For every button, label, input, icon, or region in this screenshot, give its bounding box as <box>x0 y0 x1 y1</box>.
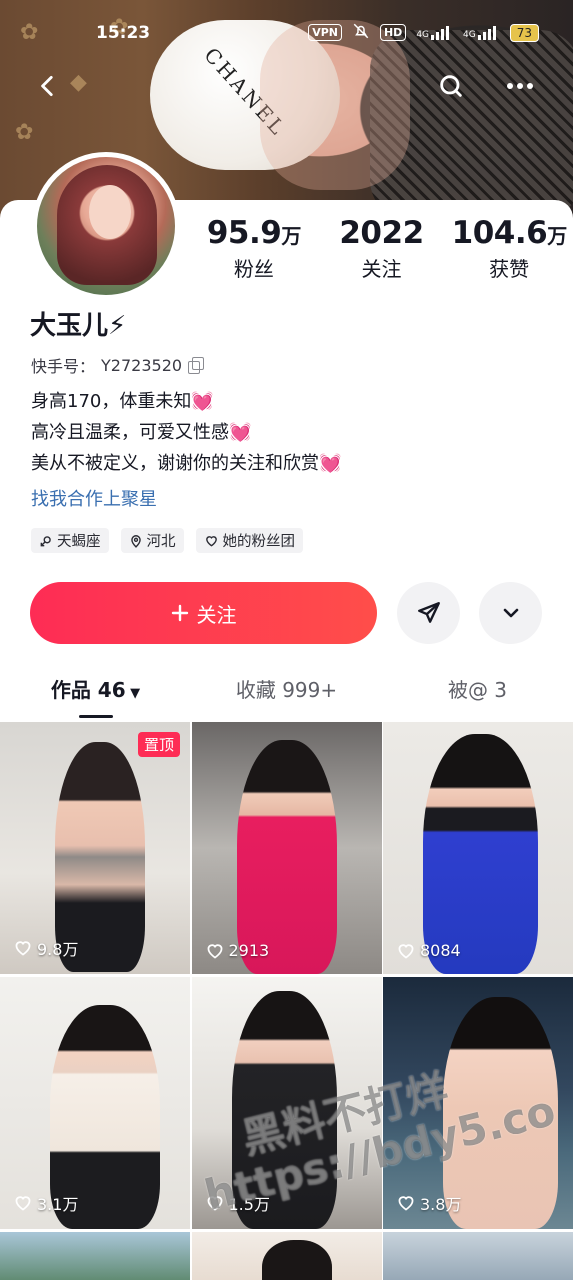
tag-fan-group[interactable]: 她的粉丝团 <box>195 528 303 553</box>
bio-line: 美从不被定义，谢谢你的关注和欣赏💓 <box>31 453 342 474</box>
heart-icon <box>207 943 222 959</box>
tag-location[interactable]: 河北 <box>120 528 184 553</box>
more-options-button[interactable] <box>498 64 542 108</box>
copy-icon[interactable] <box>188 357 205 374</box>
tab-favorites[interactable]: 收藏 999+ <box>191 670 382 720</box>
pinned-badge: 置顶 <box>137 732 180 757</box>
location-pin-icon <box>130 534 141 548</box>
signal-icon-1: 4G <box>416 25 453 40</box>
video-thumbnail[interactable] <box>383 1232 573 1280</box>
like-count: 8084 <box>397 941 461 960</box>
bio-line: 高冷且温柔，可爱又性感💓 <box>31 422 252 443</box>
mute-icon <box>352 22 370 43</box>
avatar[interactable] <box>32 152 180 300</box>
status-bar: 15:23 VPN HD 4G 4G 73 <box>0 0 573 64</box>
video-thumbnail[interactable]: 置顶 9.8万 <box>0 722 190 974</box>
like-count: 3.1万 <box>14 1191 78 1215</box>
bio-line: 身高170，体重未知💓 <box>31 391 214 412</box>
profile-stats: 95.9万 粉丝 2022 关注 104.6万 获赞 <box>190 215 573 282</box>
heart-icon <box>15 941 31 956</box>
dropdown-caret-icon: ▼ <box>125 686 141 701</box>
like-count: 3.8万 <box>397 1191 461 1215</box>
video-thumbnail[interactable]: 2913 <box>191 722 382 974</box>
video-thumbnail[interactable] <box>0 1232 190 1280</box>
video-thumbnail[interactable]: 3.1万 <box>0 977 190 1229</box>
heart-outline-icon <box>205 535 217 546</box>
share-button[interactable] <box>397 582 460 644</box>
back-arrow-icon <box>41 75 53 97</box>
more-dots-icon <box>507 83 533 89</box>
content-tabs: 作品 46 ▼ 收藏 999+ 被@ 3 <box>0 670 573 720</box>
more-actions-button[interactable] <box>479 582 542 644</box>
search-button[interactable] <box>429 64 473 108</box>
heart-icon <box>398 943 414 959</box>
like-count: 2913 <box>206 941 269 960</box>
back-button[interactable] <box>26 64 70 108</box>
profile-tags: 天蝎座 河北 她的粉丝团 <box>31 528 303 553</box>
video-thumbnail[interactable]: 8084 <box>383 722 573 974</box>
stat-likes[interactable]: 104.6万 获赞 <box>445 215 573 282</box>
active-tab-indicator <box>79 715 113 718</box>
heart-icon <box>398 1196 414 1211</box>
profile-bio: 身高170，体重未知💓 高冷且温柔，可爱又性感💓 美从不被定义，谢谢你的关注和欣… <box>31 386 341 479</box>
follow-label: 关注 <box>196 602 237 627</box>
tag-zodiac[interactable]: 天蝎座 <box>31 528 109 553</box>
plus-icon <box>171 604 188 622</box>
stat-followers[interactable]: 95.9万 粉丝 <box>190 215 318 282</box>
stat-following[interactable]: 2022 关注 <box>318 215 446 282</box>
battery-indicator: 73 <box>509 23 539 42</box>
search-icon <box>440 75 462 97</box>
video-thumbnail[interactable] <box>191 1232 382 1280</box>
status-time: 15:23 <box>96 23 151 43</box>
profile-name: 大玉儿⚡ <box>30 311 127 341</box>
kuaishou-id[interactable]: 快手号： Y2723520 <box>31 353 205 377</box>
follow-button[interactable]: 关注 <box>30 582 377 644</box>
male-female-symbol-icon <box>40 535 51 546</box>
tab-mentions[interactable]: 被@ 3 <box>382 670 573 720</box>
hd-badge: HD <box>379 24 407 41</box>
signal-icon-2: 4G <box>463 25 500 40</box>
send-icon <box>417 602 440 623</box>
chevron-down-icon <box>503 608 518 618</box>
collaboration-link[interactable]: 找我合作上聚星 <box>31 485 157 511</box>
tab-works[interactable]: 作品 46 ▼ <box>0 670 191 720</box>
vpn-badge: VPN <box>308 24 342 41</box>
like-count: 9.8万 <box>14 936 78 960</box>
heart-icon <box>15 1196 31 1211</box>
